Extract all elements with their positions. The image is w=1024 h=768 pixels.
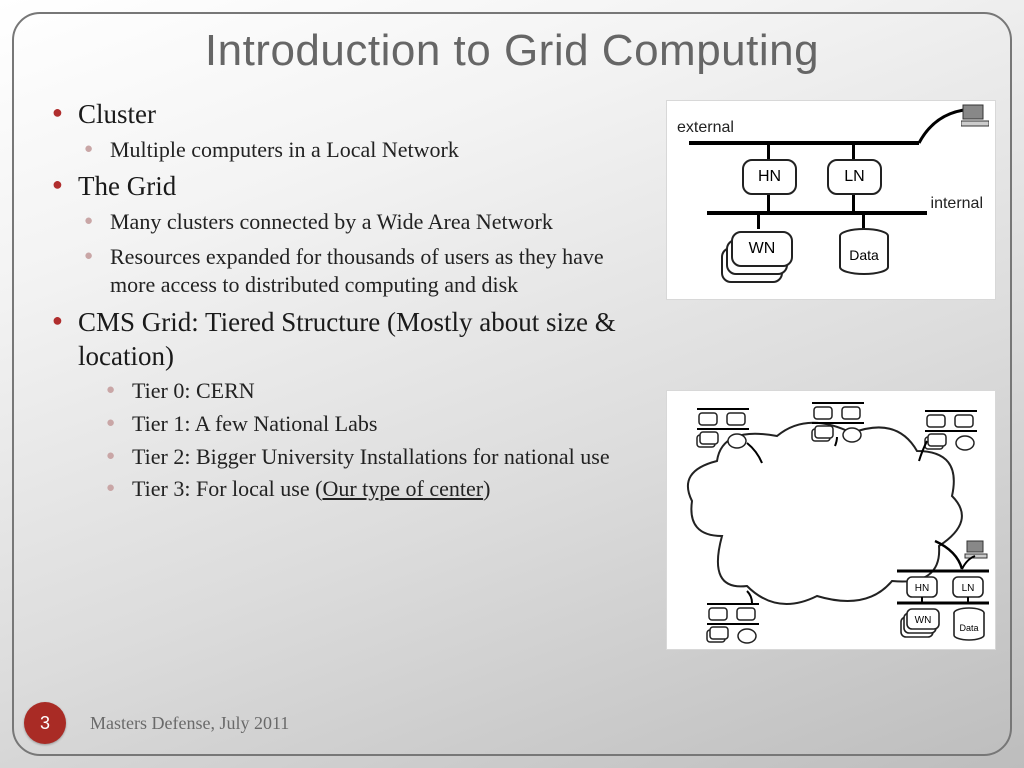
- internal-bus-line: [707, 211, 927, 215]
- line-hn-down: [767, 195, 770, 211]
- bullet-cms: CMS Grid: Tiered Structure (Mostly about…: [48, 306, 638, 504]
- data-label: Data: [849, 247, 879, 263]
- tier3-underline: Our type of center: [322, 476, 483, 501]
- page-number: 3: [40, 713, 50, 734]
- bullet-tier3: Tier 3: For local use (Our type of cente…: [78, 475, 638, 504]
- bullet-tier1: Tier 1: A few National Labs: [78, 410, 638, 439]
- bullet-grid-label: The Grid: [78, 171, 176, 201]
- line-wn-up: [757, 213, 760, 229]
- svg-text:LN: LN: [962, 583, 975, 594]
- box-wn: WN: [731, 231, 793, 267]
- tier3-prefix: Tier 3: For local use (: [132, 476, 322, 501]
- label-internal: internal: [931, 195, 983, 213]
- external-bus-line: [689, 141, 919, 145]
- page-number-badge: 3: [24, 702, 66, 744]
- tier3-suffix: ): [483, 476, 490, 501]
- bullet-tier0: Tier 0: CERN: [78, 377, 638, 406]
- bullet-cluster: Cluster Multiple computers in a Local Ne…: [48, 98, 638, 164]
- line-ln-down: [852, 195, 855, 211]
- box-ln: LN: [827, 159, 882, 195]
- slide-title: Introduction to Grid Computing: [0, 26, 1024, 76]
- data-cylinder: Data: [837, 227, 891, 277]
- svg-text:HN: HN: [915, 583, 929, 594]
- bullet-grid-sub2: Resources expanded for thousands of user…: [78, 243, 638, 300]
- bullet-cluster-sub1: Multiple computers in a Local Network: [78, 136, 638, 165]
- svg-text:WN: WN: [915, 615, 932, 626]
- bullet-grid: The Grid Many clusters connected by a Wi…: [48, 170, 638, 300]
- bullet-grid-sub1: Many clusters connected by a Wide Area N…: [78, 208, 638, 237]
- line-ln-up: [852, 143, 855, 159]
- bullet-tier2: Tier 2: Bigger University Installations …: [78, 443, 638, 472]
- line-hn-up: [767, 143, 770, 159]
- label-external: external: [677, 119, 734, 137]
- slide-content: Cluster Multiple computers in a Local Ne…: [48, 98, 638, 508]
- wan-diagram: HN LN WN Data: [666, 390, 996, 650]
- bullet-cms-label: CMS Grid: Tiered Structure (Mostly about…: [78, 307, 616, 371]
- svg-text:Data: Data: [959, 623, 978, 633]
- footer-text: Masters Defense, July 2011: [90, 713, 289, 734]
- bullet-cluster-label: Cluster: [78, 99, 156, 129]
- workstation-icon: [961, 103, 989, 129]
- cluster-diagram: external internal HN LN WN Data: [666, 100, 996, 300]
- wan-svg: HN LN WN Data: [667, 391, 997, 651]
- box-hn: HN: [742, 159, 797, 195]
